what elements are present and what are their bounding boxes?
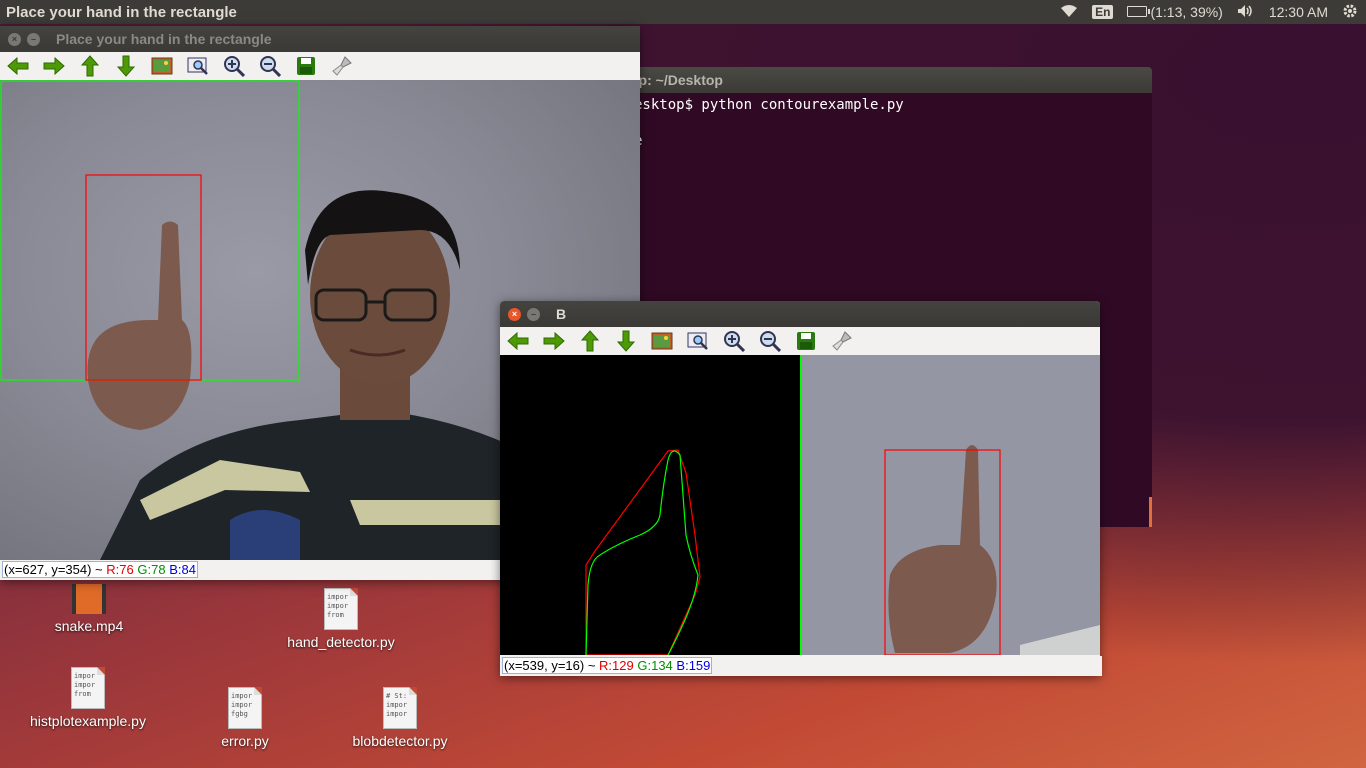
arrow-down-icon[interactable] xyxy=(114,55,138,77)
contour-window-title: B xyxy=(556,306,567,322)
file-preview-line: impor xyxy=(74,681,96,689)
arrow-left-icon[interactable] xyxy=(506,330,530,352)
file-preview-line: impor xyxy=(327,593,349,601)
file-preview-line: impor xyxy=(386,710,408,718)
python-file-icon: impor impor from xyxy=(71,667,105,709)
file-preview-line: from xyxy=(327,611,344,619)
camera-window-title: Place your hand in the rectangle xyxy=(56,31,272,47)
contour-window-statusbar: (x=539, y=16) ~ R:129 G:134 B:159 xyxy=(500,656,1102,676)
top-panel: Place your hand in the rectangle En (1:1… xyxy=(0,0,1366,24)
volume-icon[interactable] xyxy=(1237,4,1255,21)
zoom-out-icon[interactable] xyxy=(258,55,282,77)
gear-icon[interactable] xyxy=(1342,3,1358,22)
file-preview-line: impor xyxy=(231,692,253,700)
contour-window-toolbar xyxy=(500,327,1100,355)
contour-window-titlebar[interactable]: × – B xyxy=(500,301,1100,327)
camera-window-toolbar xyxy=(0,52,640,80)
zoom-in-icon[interactable] xyxy=(222,55,246,77)
file-preview-line: impor xyxy=(231,701,253,709)
contour-image-area[interactable] xyxy=(500,355,1100,655)
contour-window[interactable]: × – B (x=539, y=16) ~ R:129 G:134 B:159 xyxy=(500,301,1102,676)
python-file-icon: impor impor from xyxy=(324,588,358,630)
terminal-scrollbar[interactable] xyxy=(1149,497,1152,527)
video-file-icon xyxy=(72,584,106,614)
pixel-info: (x=539, y=16) ~ R:129 G:134 B:159 xyxy=(502,657,713,674)
contour-image xyxy=(500,355,1100,655)
file-label: blobdetector.py xyxy=(352,733,448,749)
arrow-left-icon[interactable] xyxy=(6,55,30,77)
arrow-right-icon[interactable] xyxy=(542,330,566,352)
close-button[interactable]: × xyxy=(8,32,21,46)
pixel-red-value: R:129 xyxy=(599,658,634,673)
minimize-button[interactable]: – xyxy=(27,32,40,46)
desktop-file-blobdetector[interactable]: # St: impor impor blobdetector.py xyxy=(340,687,460,749)
pixel-blue-value: B:159 xyxy=(676,658,711,673)
properties-icon[interactable] xyxy=(830,330,854,352)
file-preview-line: fgbg xyxy=(231,710,248,718)
file-preview-line: from xyxy=(74,690,91,698)
save-icon[interactable] xyxy=(294,55,318,77)
zoom-in-icon[interactable] xyxy=(722,330,746,352)
properties-icon[interactable] xyxy=(330,55,354,77)
file-preview-line: impor xyxy=(327,602,349,610)
keyboard-language-indicator[interactable]: En xyxy=(1092,5,1114,19)
pixel-green-value: G:134 xyxy=(637,658,673,673)
desktop-file-histplotexample[interactable]: impor impor from histplotexample.py xyxy=(20,667,156,729)
wifi-icon[interactable] xyxy=(1060,4,1078,21)
desktop-file-hand-detector[interactable]: impor impor from hand_detector.py xyxy=(276,588,406,650)
pixel-coordinates: (x=627, y=354) ~ xyxy=(4,562,103,577)
pixel-red-value: R:76 xyxy=(106,562,134,577)
arrow-up-icon[interactable] xyxy=(78,55,102,77)
battery-indicator[interactable]: (1:13, 39%) xyxy=(1127,4,1223,20)
active-window-title: Place your hand in the rectangle xyxy=(6,3,237,21)
pixel-info: (x=627, y=354) ~ R:76 G:78 B:84 xyxy=(2,561,198,578)
desktop-file-snake-mp4[interactable]: snake.mp4 xyxy=(44,584,134,634)
pixel-blue-value: B:84 xyxy=(169,562,196,577)
zoom-fit-icon[interactable] xyxy=(686,330,710,352)
file-preview-line: impor xyxy=(74,672,96,680)
arrow-down-icon[interactable] xyxy=(614,330,638,352)
file-label: histplotexample.py xyxy=(30,713,146,729)
arrow-right-icon[interactable] xyxy=(42,55,66,77)
battery-status: (1:13, 39%) xyxy=(1150,4,1223,20)
python-file-icon: impor impor fgbg xyxy=(228,687,262,729)
system-tray: En (1:13, 39%) 12:30 AM xyxy=(1060,3,1366,22)
camera-window-titlebar[interactable]: × – Place your hand in the rectangle xyxy=(0,26,640,52)
zoom-fit-icon[interactable] xyxy=(186,55,210,77)
arrow-up-icon[interactable] xyxy=(578,330,602,352)
zoom-out-icon[interactable] xyxy=(758,330,782,352)
image-icon[interactable] xyxy=(650,330,674,352)
file-preview-line: impor xyxy=(386,701,408,709)
python-file-icon: # St: impor impor xyxy=(383,687,417,729)
desktop-file-error[interactable]: impor impor fgbg error.py xyxy=(200,687,290,749)
clock[interactable]: 12:30 AM xyxy=(1269,4,1328,20)
file-label: error.py xyxy=(221,733,269,749)
battery-icon xyxy=(1127,6,1151,17)
file-label: snake.mp4 xyxy=(54,618,124,634)
close-button[interactable]: × xyxy=(508,307,521,321)
file-label: hand_detector.py xyxy=(287,634,395,650)
minimize-button[interactable]: – xyxy=(527,307,540,321)
image-icon[interactable] xyxy=(150,55,174,77)
file-preview-line: # St: xyxy=(386,692,408,700)
pixel-green-value: G:78 xyxy=(137,562,166,577)
pixel-coordinates: (x=539, y=16) ~ xyxy=(504,658,596,673)
save-icon[interactable] xyxy=(794,330,818,352)
